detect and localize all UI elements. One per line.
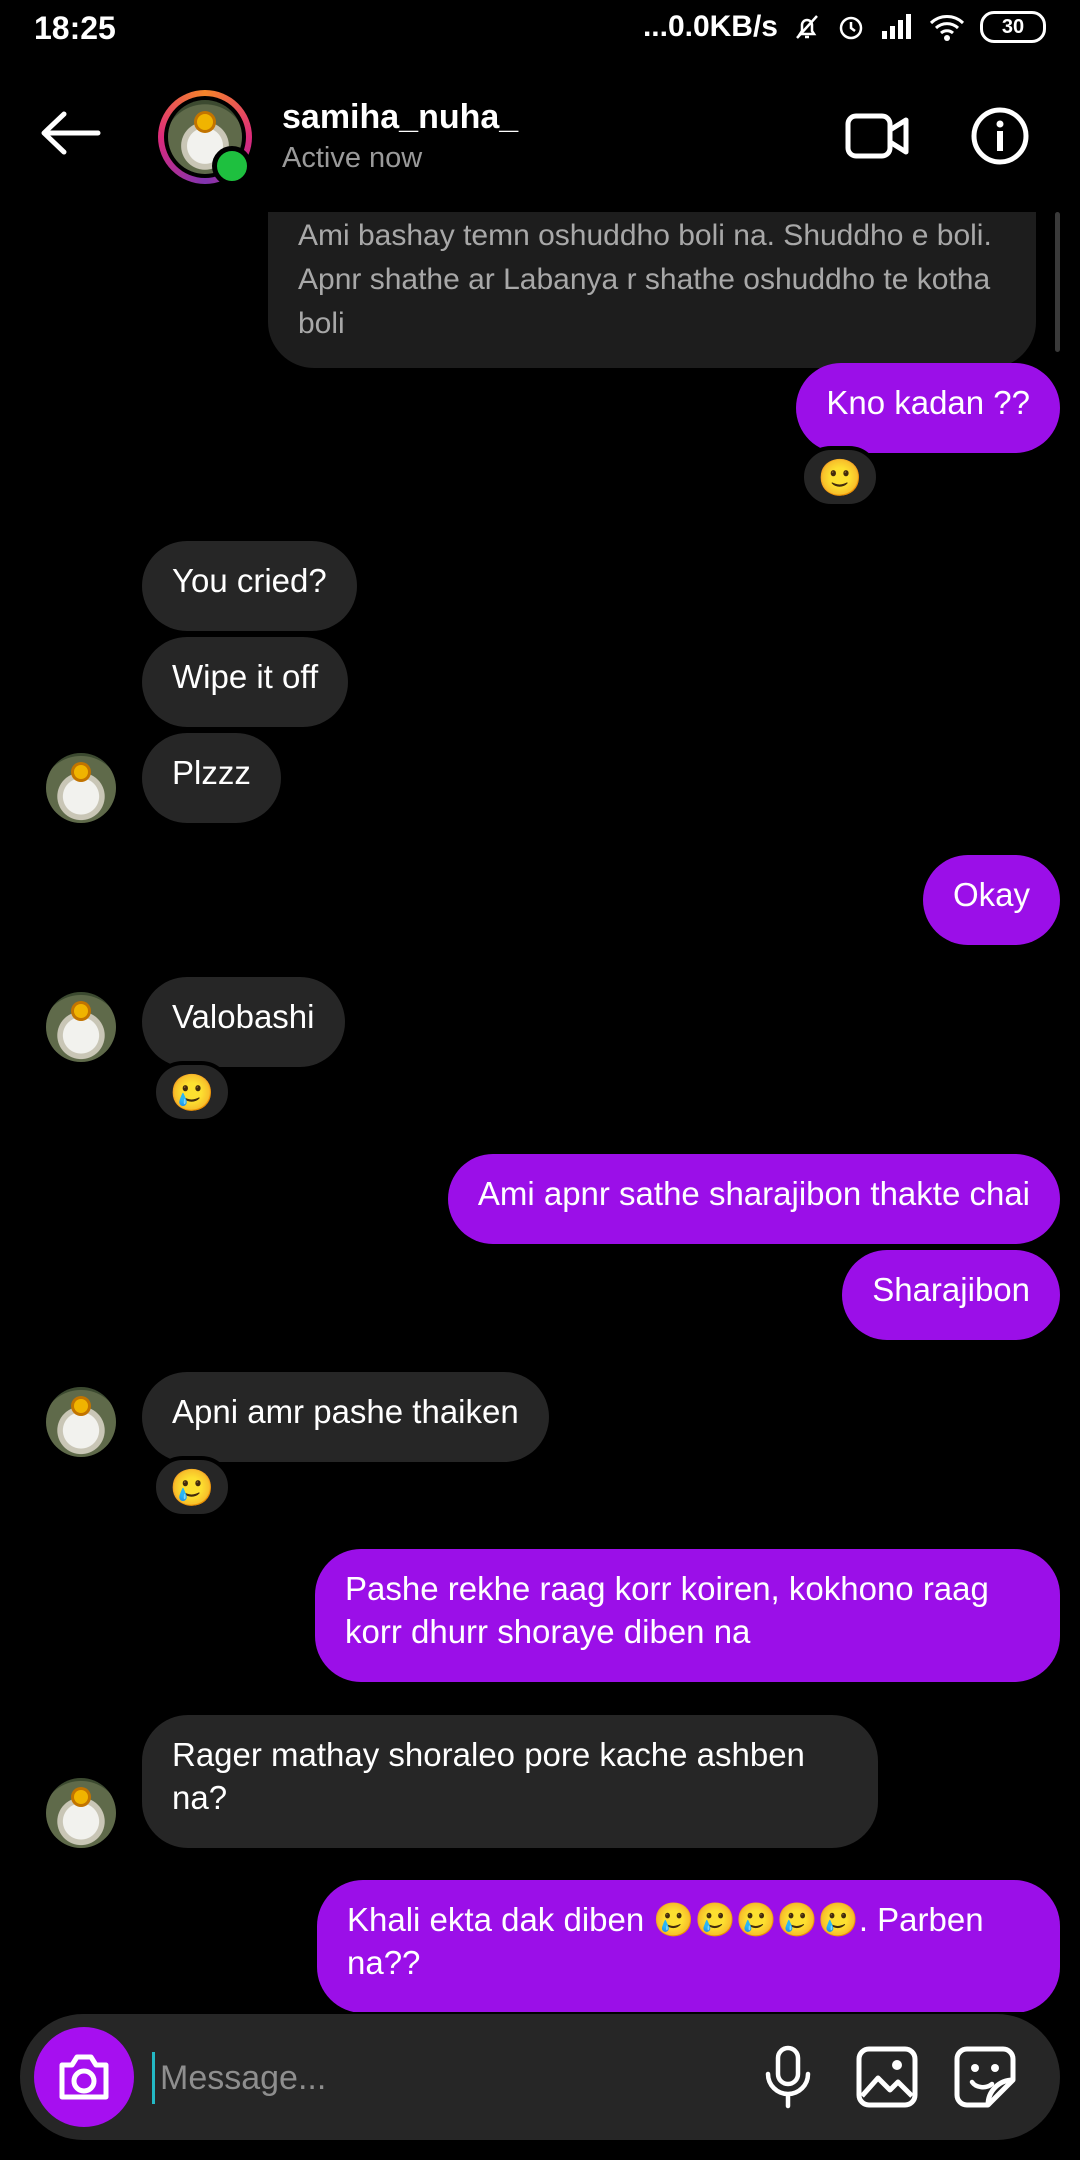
sticker-icon[interactable] <box>952 2044 1018 2110</box>
message-reaction[interactable]: 🙂 <box>800 446 880 508</box>
network-speed: ...0.0KB/s <box>642 10 778 43</box>
received-message-bubble[interactable]: Valobashi <box>142 977 345 1067</box>
battery-indicator: 30 <box>980 11 1046 43</box>
message-input[interactable] <box>158 2044 722 2112</box>
online-status-dot <box>212 146 252 186</box>
status-icons: ...0.0KB/s 30 <box>643 10 1046 44</box>
received-message-bubble[interactable]: Ami bashay temn oshuddho boli na. Shuddh… <box>268 212 1036 368</box>
sent-message-bubble[interactable]: Kno kadan ?? <box>796 363 1060 453</box>
message-thread[interactable]: Ami bashay temn oshuddho boli na. Shuddh… <box>0 212 1080 2012</box>
status-bar: 18:25 ...0.0KB/s 30 <box>0 0 1080 62</box>
status-time: 18:25 <box>34 10 116 46</box>
received-message-bubble[interactable]: Plzzz <box>142 733 281 823</box>
mute-bell-icon <box>796 15 818 39</box>
thread-scrollbar[interactable] <box>1055 212 1060 352</box>
video-call-icon[interactable] <box>844 108 910 164</box>
alarm-icon <box>839 16 863 40</box>
sent-message-bubble[interactable]: Khali ekta dak diben 🥲🥲🥲🥲🥲. Parben na?? <box>317 1880 1060 2012</box>
sender-avatar[interactable] <box>46 753 116 823</box>
sender-avatar[interactable] <box>46 992 116 1062</box>
message-reaction[interactable]: 🥲 <box>152 1456 232 1518</box>
back-arrow-icon[interactable] <box>36 108 106 158</box>
info-icon[interactable] <box>970 106 1030 166</box>
text-cursor <box>152 2052 155 2104</box>
sent-message-bubble[interactable]: Sharajibon <box>842 1250 1060 1340</box>
received-message-bubble[interactable]: You cried? <box>142 541 357 631</box>
gallery-icon[interactable] <box>854 2044 920 2110</box>
microphone-icon[interactable] <box>758 2044 818 2110</box>
sender-avatar[interactable] <box>46 1778 116 1848</box>
received-message-bubble[interactable]: Wipe it off <box>142 637 349 727</box>
signal-icon <box>882 14 911 39</box>
camera-icon <box>59 2054 109 2100</box>
sent-message-bubble[interactable]: Pashe rekhe raag korr koiren, kokhono ra… <box>315 1549 1060 1682</box>
presence-status: Active now <box>282 142 423 174</box>
chat-username[interactable]: samiha_nuha_ <box>282 98 518 137</box>
wifi-icon <box>929 15 965 41</box>
received-message-bubble[interactable]: Apni amr pashe thaiken <box>142 1372 549 1462</box>
message-composer <box>20 2014 1060 2140</box>
message-reaction[interactable]: 🥲 <box>152 1061 232 1123</box>
camera-button[interactable] <box>34 2027 134 2127</box>
chat-header: samiha_nuha_ Active now <box>0 62 1080 212</box>
sender-avatar[interactable] <box>46 1387 116 1457</box>
sent-message-bubble[interactable]: Okay <box>922 855 1060 945</box>
received-message-bubble[interactable]: Rager mathay shoraleo pore kache ashben … <box>142 1715 878 1848</box>
sent-message-bubble[interactable]: Ami apnr sathe sharajibon thakte chai <box>447 1154 1060 1244</box>
